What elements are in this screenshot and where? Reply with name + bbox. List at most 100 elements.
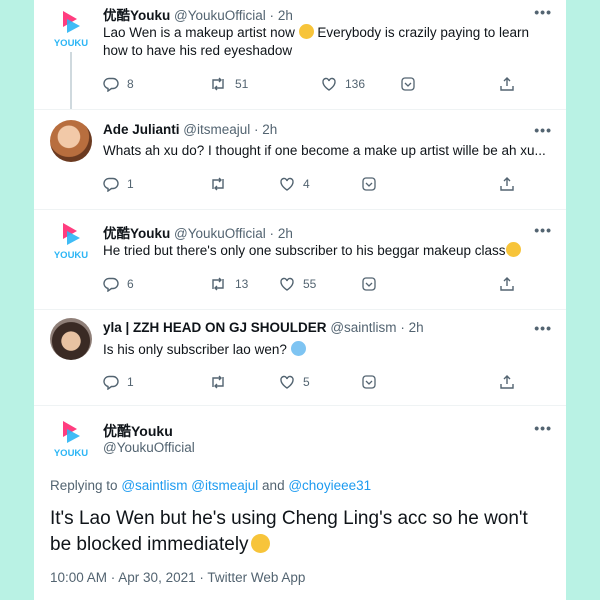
author-name[interactable]: 优酷Youku (103, 226, 170, 241)
replying-prefix: Replying to (50, 478, 118, 493)
tweet-text-part1: He tried but there's only one subscriber… (103, 243, 506, 258)
share-button[interactable] (499, 276, 515, 292)
like-count: 4 (303, 177, 310, 191)
thread-line (70, 52, 72, 110)
tweet-header: 优酷Youku @YoukuOfficial · 2h (103, 4, 293, 24)
tweet-header: yla | ZZH HEAD ON GJ SHOULDER @saintlism… (103, 320, 424, 335)
tweet-2[interactable]: Ade Julianti @itsmeajul · 2h ••• Whats a… (34, 110, 566, 210)
youku-logo-icon[interactable]: YOUKU (46, 218, 96, 262)
retweet-button[interactable]: 13 (209, 276, 248, 292)
share-button[interactable] (499, 374, 515, 390)
emoji-react-icon (362, 177, 376, 191)
separator: · (269, 8, 275, 23)
youku-logo-icon[interactable]: YOUKU (46, 416, 96, 460)
more-icon[interactable]: ••• (534, 122, 552, 138)
author-name[interactable]: Ade Julianti (103, 122, 180, 137)
shushing-face-emoji-icon (250, 534, 270, 553)
retweet-button[interactable] (209, 374, 235, 390)
react-button[interactable] (400, 76, 416, 92)
emoji-react-icon (362, 375, 376, 389)
author-handle[interactable]: @YoukuOfficial (174, 8, 266, 23)
mention-link[interactable]: @saintlism (121, 478, 187, 493)
heart-icon (322, 77, 336, 91)
like-button[interactable]: 55 (279, 276, 316, 292)
reply-icon (103, 375, 119, 390)
retweet-icon (212, 77, 224, 91)
tweet-meta[interactable]: 10:00 AM · Apr 30, 2021 · Twitter Web Ap… (50, 570, 305, 585)
avatar[interactable] (50, 318, 92, 360)
share-button[interactable] (499, 176, 515, 192)
tweet-text: Whats ah xu do? I thought if one become … (103, 143, 546, 158)
sad-face-emoji-icon (505, 242, 521, 257)
timestamp[interactable]: 2h (262, 122, 277, 137)
tweet-actions: 1 5 (103, 374, 543, 394)
share-icon (500, 177, 514, 191)
tweet-header: 优酷Youku @YoukuOfficial · 2h (103, 222, 293, 242)
reply-count: 1 (127, 177, 134, 191)
reply-count: 6 (127, 277, 134, 291)
heart-icon (280, 277, 294, 291)
avatar[interactable] (50, 120, 92, 162)
share-icon (500, 375, 514, 389)
tweet-text: He tried but there's only one subscriber… (103, 242, 553, 260)
emoji-react-icon (362, 277, 376, 291)
author-name[interactable]: 优酷Youku (103, 8, 170, 23)
tweet-text: It's Lao Wen but he's using Cheng Ling's… (50, 506, 550, 558)
tweet-text-part1: Is his only subscriber lao wen? (103, 342, 287, 357)
reply-button[interactable]: 1 (103, 374, 134, 390)
more-icon[interactable]: ••• (534, 4, 552, 20)
tweet-actions: 1 4 (103, 176, 543, 196)
reply-icon (103, 77, 119, 92)
youku-logo-text: YOUKU (54, 250, 88, 261)
retweet-count: 13 (235, 277, 249, 291)
tweet-4[interactable]: yla | ZZH HEAD ON GJ SHOULDER @saintlism… (34, 310, 566, 406)
replying-and: and (262, 478, 285, 493)
retweet-icon (212, 177, 224, 191)
author-handle[interactable]: @YoukuOfficial (103, 440, 195, 455)
reply-icon (103, 177, 119, 192)
more-icon[interactable]: ••• (534, 320, 552, 336)
reply-button[interactable]: 6 (103, 276, 134, 292)
tweet-text: Lao Wen is a makeup artist now Everybody… (103, 24, 553, 60)
main-tweet: YOUKU 优酷Youku @YoukuOfficial ••• Replyin… (34, 406, 566, 600)
author-name[interactable]: 优酷Youku (103, 421, 173, 441)
author-handle[interactable]: @saintlism (330, 320, 396, 335)
share-icon (500, 277, 514, 291)
separator: · (269, 226, 275, 241)
share-button[interactable] (499, 76, 515, 92)
share-icon (500, 77, 514, 91)
like-count: 55 (303, 277, 317, 291)
like-button[interactable]: 4 (279, 176, 310, 192)
tweet-1[interactable]: YOUKU 优酷Youku @YoukuOfficial · 2h ••• La… (34, 0, 566, 110)
react-button[interactable] (361, 374, 377, 390)
tweet-header: Ade Julianti @itsmeajul · 2h (103, 122, 277, 137)
mention-link[interactable]: @choyieee31 (288, 478, 371, 493)
timestamp[interactable]: 2h (409, 320, 424, 335)
timestamp[interactable]: 2h (278, 226, 293, 241)
react-button[interactable] (361, 276, 377, 292)
timestamp[interactable]: 2h (278, 8, 293, 23)
emoji-react-icon (401, 77, 415, 91)
separator: · (254, 122, 259, 137)
tweet-3[interactable]: YOUKU 优酷Youku @YoukuOfficial · 2h ••• He… (34, 210, 566, 310)
like-button[interactable]: 136 (321, 76, 365, 92)
more-icon[interactable]: ••• (534, 420, 552, 436)
heart-icon (280, 177, 294, 191)
author-name[interactable]: yla | ZZH HEAD ON GJ SHOULDER (103, 320, 327, 335)
youku-logo-text: YOUKU (54, 38, 88, 49)
tweet-text: Is his only subscriber lao wen? (103, 341, 553, 359)
reply-button[interactable]: 8 (103, 76, 134, 92)
replying-to: Replying to @saintlism @itsmeajul and @c… (50, 478, 371, 493)
retweet-button[interactable] (209, 176, 235, 192)
react-button[interactable] (361, 176, 377, 192)
tweet-actions: 8 51 136 (103, 76, 543, 96)
author-handle[interactable]: @YoukuOfficial (174, 226, 266, 241)
author-handle[interactable]: @itsmeajul (183, 122, 250, 137)
retweet-button[interactable]: 51 (209, 76, 248, 92)
reply-button[interactable]: 1 (103, 176, 134, 192)
youku-logo-icon[interactable]: YOUKU (46, 6, 96, 50)
like-button[interactable]: 5 (279, 374, 310, 390)
mention-link[interactable]: @itsmeajul (191, 478, 258, 493)
reply-count: 8 (127, 77, 134, 91)
more-icon[interactable]: ••• (534, 222, 552, 238)
